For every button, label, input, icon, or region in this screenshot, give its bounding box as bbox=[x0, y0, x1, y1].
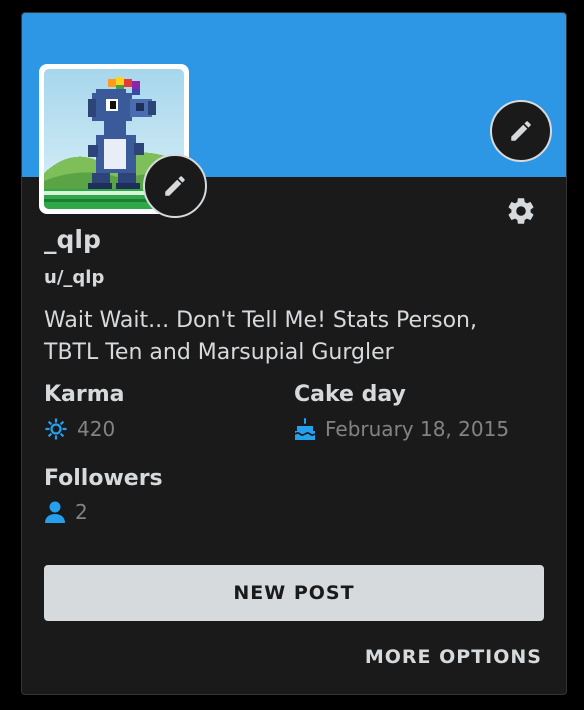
gear-icon bbox=[508, 198, 534, 224]
display-name: _qlp bbox=[44, 225, 101, 254]
karma-label: Karma bbox=[44, 382, 125, 407]
cake-day-stat: February 18, 2015 bbox=[294, 417, 509, 441]
followers-value: 2 bbox=[75, 500, 88, 524]
cake-icon bbox=[294, 418, 316, 440]
edit-avatar-button[interactable] bbox=[143, 154, 207, 218]
pencil-icon bbox=[511, 121, 531, 141]
profile-card: _qlp u/_qlp Wait Wait... Don't Tell Me! … bbox=[21, 12, 567, 695]
followers-stat: 2 bbox=[44, 500, 88, 524]
karma-value: 420 bbox=[77, 417, 116, 441]
pencil-icon bbox=[165, 176, 185, 196]
followers-label: Followers bbox=[44, 466, 163, 491]
profile-bio: Wait Wait... Don't Tell Me! Stats Person… bbox=[44, 308, 477, 365]
edit-banner-button[interactable] bbox=[490, 100, 552, 162]
settings-button[interactable] bbox=[503, 193, 539, 229]
user-icon bbox=[45, 501, 65, 523]
cake-day-label: Cake day bbox=[294, 382, 406, 407]
karma-stat: 420 bbox=[44, 417, 115, 441]
karma-icon bbox=[45, 418, 67, 440]
new-post-button[interactable]: NEW POST bbox=[44, 565, 544, 621]
cake-day-value: February 18, 2015 bbox=[325, 417, 510, 441]
username: u/_qlp bbox=[44, 267, 105, 288]
more-options-button[interactable]: MORE OPTIONS bbox=[365, 646, 542, 668]
